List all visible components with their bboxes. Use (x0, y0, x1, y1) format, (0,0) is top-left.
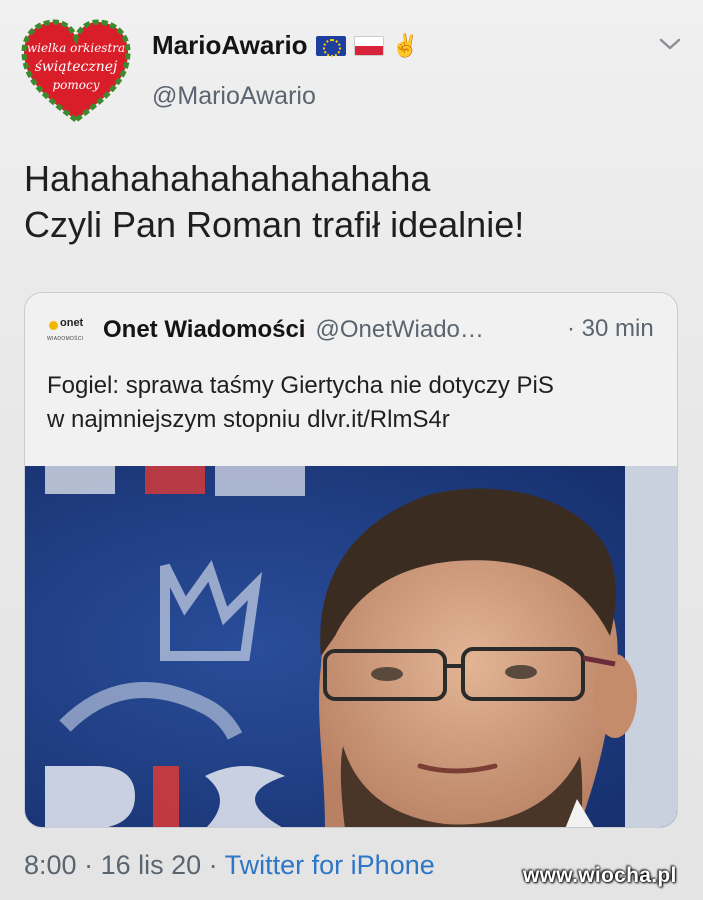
victory-hand-icon: ✌ (391, 32, 419, 58)
quoted-source-name: Onet Wiadomości (103, 316, 306, 343)
tweet-client-link[interactable]: Twitter for iPhone (225, 850, 435, 880)
tweet-time[interactable]: 8:00 (24, 850, 77, 880)
onet-logo-word: onet (60, 317, 84, 329)
tweet-line-1: Hahahahahahahahahaha (24, 158, 431, 199)
quoted-text: Fogiel: sprawa taśmy Giertycha nie dotyc… (47, 369, 554, 437)
watermark: www.wiocha.pl (523, 864, 677, 887)
quoted-time: · 30 min (567, 315, 654, 342)
quoted-tweet-card[interactable]: onet WIADOMOŚCI Onet Wiadomości @OnetWia… (24, 292, 678, 828)
tweet-meta: 8:00 · 16 lis 20 · Twitter for iPhone (24, 850, 435, 881)
chevron-down-icon[interactable] (656, 34, 684, 54)
avatar-text-line-3: pomocy (52, 78, 99, 92)
author-name-row[interactable]: MarioAwario ✌ (152, 30, 419, 61)
quoted-text-line-1: Fogiel: sprawa taśmy Giertycha nie dotyc… (47, 372, 554, 399)
quoted-photo[interactable] (25, 466, 678, 828)
poland-flag-icon (353, 35, 384, 56)
tweet-date[interactable]: 16 lis 20 (101, 850, 202, 880)
meta-separator-2: · (201, 850, 225, 880)
author-handle[interactable]: @MarioAwario (152, 82, 316, 111)
avatar-text-line-2: świątecznej (35, 59, 118, 75)
avatar-text-line-1: wielka orkiestra (27, 41, 125, 55)
avatar[interactable]: wielka orkiestra świątecznej pomocy (20, 18, 132, 124)
tweet-line-2: Czyli Pan Roman trafił idealnie! (24, 204, 525, 245)
eu-flag-icon (315, 35, 346, 57)
quoted-header: onet WIADOMOŚCI Onet Wiadomości @OnetWia… (47, 315, 484, 345)
tweet-text: Hahahahahahahahahaha Czyli Pan Roman tra… (24, 156, 524, 248)
quoted-text-line-2[interactable]: w najmniejszym stopniu dlvr.it/RlmS4r (47, 403, 554, 437)
quoted-source-handle: @OnetWiado… (315, 316, 484, 343)
author-display-name[interactable]: MarioAwario (152, 30, 308, 61)
onet-logo-icon: onet WIADOMOŚCI (47, 315, 89, 345)
meta-separator-1: · (76, 850, 101, 880)
onet-logo-sub: WIADOMOŚCI (47, 336, 84, 342)
